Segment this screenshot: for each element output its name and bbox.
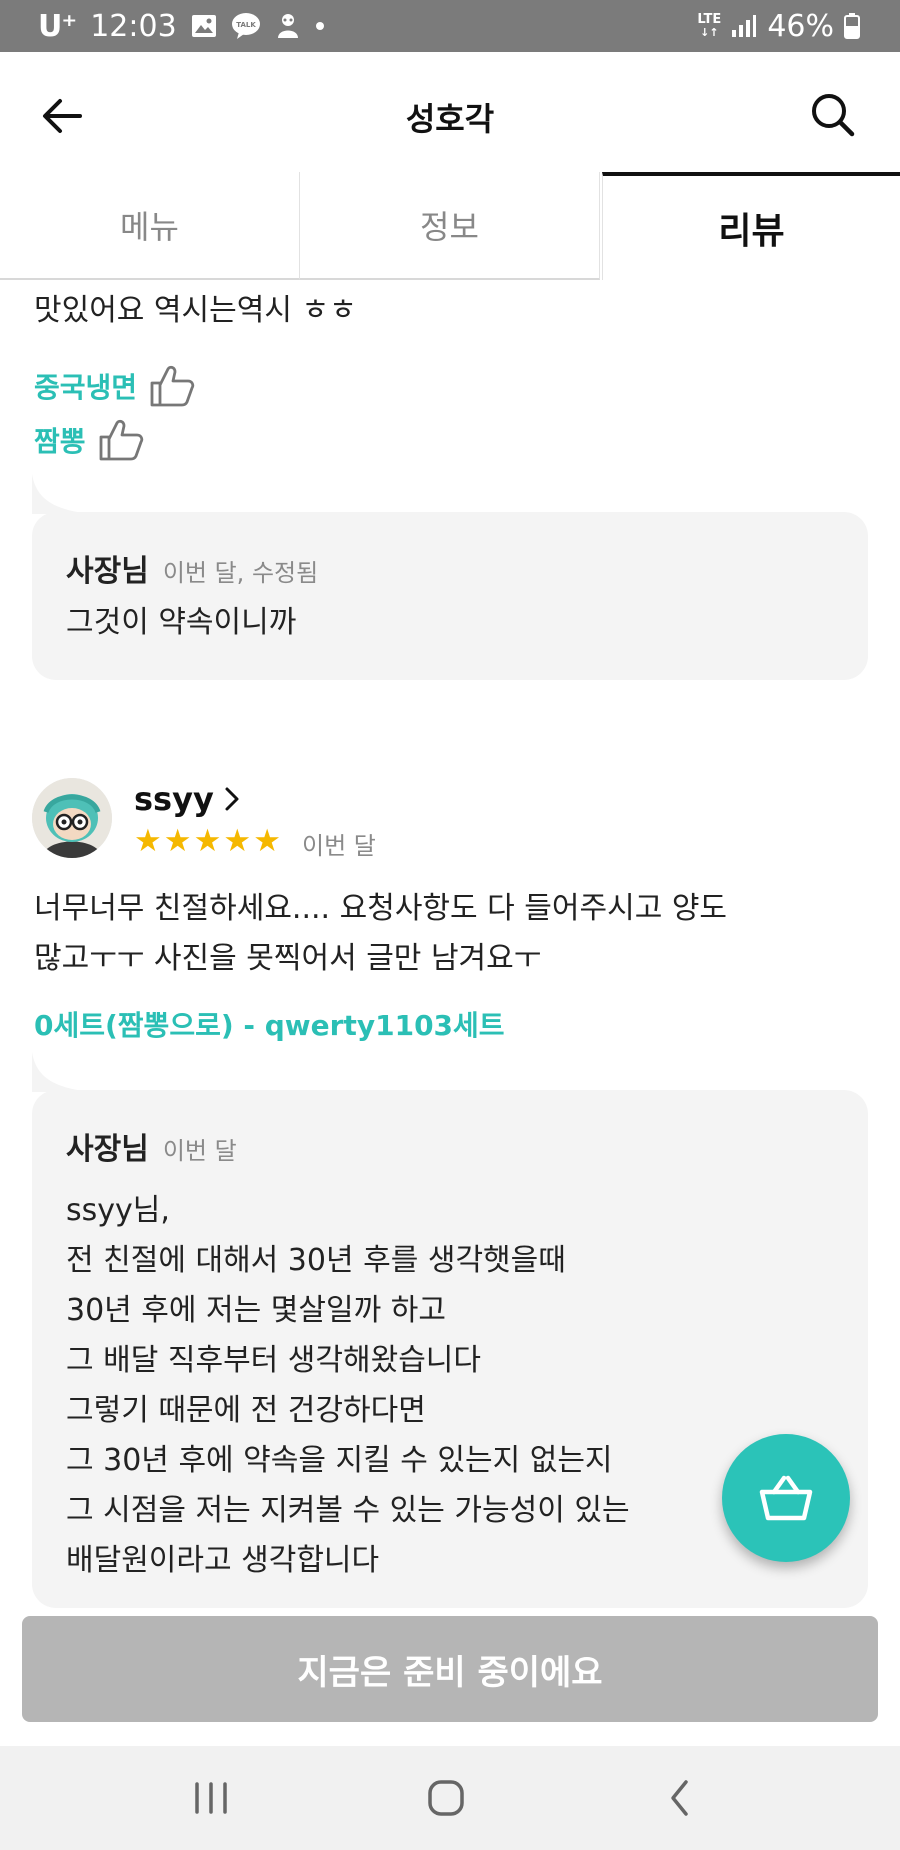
- network-type: LTE ↓↑: [697, 12, 722, 39]
- battery-percent: 46%: [767, 8, 834, 44]
- gallery-icon: [191, 14, 217, 38]
- clock: 12:03: [90, 8, 177, 44]
- star-rating: ★ ★ ★ ★ ★: [134, 826, 281, 857]
- app-header: 성호각: [0, 52, 900, 172]
- cart-button[interactable]: [722, 1434, 850, 1562]
- reply-text: ssyy님, 전 친절에 대해서 30년 후를 생각햇을때 30년 후에 저는 …: [66, 1193, 630, 1578]
- home-icon: [428, 1780, 464, 1816]
- reply-author: 사장님: [66, 1132, 149, 1167]
- review-text: 너무너무 친절하세요.... 요청사항도 다 들어주시고 양도 많고ㅜㅜ 사진을…: [34, 891, 728, 976]
- tab-menu[interactable]: 메뉴: [0, 172, 300, 280]
- store-tabs: 메뉴 정보 리뷰: [0, 172, 900, 280]
- baemin-notification-icon: [275, 12, 301, 40]
- reply-bubble-tail: [32, 474, 92, 514]
- menu-tag: 중국냉면: [34, 364, 195, 408]
- ordered-menu-tag: 0세트(짬뽕으로) - qwerty1103세트: [34, 1009, 505, 1042]
- status-bar: U⁺ 12:03 TALK LTE ↓↑ 46%: [0, 0, 900, 52]
- review-text: 맛있어요 역시는역시 ㅎㅎ: [34, 293, 357, 328]
- carrier-label: U⁺: [38, 8, 77, 44]
- more-notifications-dot: [315, 21, 325, 31]
- reviewer-name-link[interactable]: ssyy: [134, 780, 240, 818]
- user-avatar-image: [32, 778, 112, 858]
- system-navigation-bar: [0, 1746, 900, 1850]
- menu-tag-label: 중국냉면: [34, 371, 138, 404]
- owner-reply: 사장님 이번 달, 수정됨 그것이 약속이니까: [32, 512, 868, 680]
- reply-text: 그것이 약속이니까: [66, 605, 297, 640]
- thumbs-up-icon: [99, 419, 143, 461]
- tab-info[interactable]: 정보: [300, 172, 600, 280]
- store-title: 성호각: [405, 100, 495, 138]
- star-icon: ★: [134, 823, 162, 859]
- reply-bubble-tail: [32, 1052, 92, 1092]
- search-button[interactable]: [808, 90, 858, 140]
- star-icon: ★: [223, 823, 252, 859]
- recent-apps-icon: [195, 1782, 227, 1814]
- avatar[interactable]: [32, 778, 112, 858]
- star-icon: ★: [253, 823, 281, 859]
- order-button-disabled[interactable]: 지금은 준비 중이에요: [22, 1616, 878, 1722]
- search-icon: [812, 94, 855, 137]
- reply-date: 이번 달, 수정됨: [162, 559, 319, 587]
- battery-icon: [844, 13, 860, 39]
- recent-apps-button[interactable]: [171, 1768, 251, 1828]
- menu-tag-label: 짬뽕: [34, 425, 86, 458]
- star-icon: ★: [163, 823, 192, 859]
- back-chevron-icon: [671, 1780, 688, 1816]
- tab-reviews[interactable]: 리뷰: [602, 172, 900, 280]
- reviewer-name: ssyy: [134, 780, 214, 818]
- system-back-button[interactable]: [640, 1768, 720, 1828]
- menu-tag: 짬뽕: [34, 418, 144, 462]
- star-icon: ★: [193, 823, 222, 859]
- review-date: 이번 달: [302, 832, 376, 860]
- home-button[interactable]: [406, 1768, 486, 1828]
- basket-icon: [759, 1475, 813, 1521]
- thumbs-up-icon: [150, 365, 195, 407]
- kakaotalk-icon: TALK: [231, 12, 261, 40]
- reply-date: 이번 달: [162, 1137, 237, 1165]
- chevron-right-icon: [225, 787, 239, 811]
- svg-text:TALK: TALK: [236, 21, 256, 29]
- signal-icon: [731, 14, 757, 38]
- reply-author: 사장님: [66, 554, 149, 589]
